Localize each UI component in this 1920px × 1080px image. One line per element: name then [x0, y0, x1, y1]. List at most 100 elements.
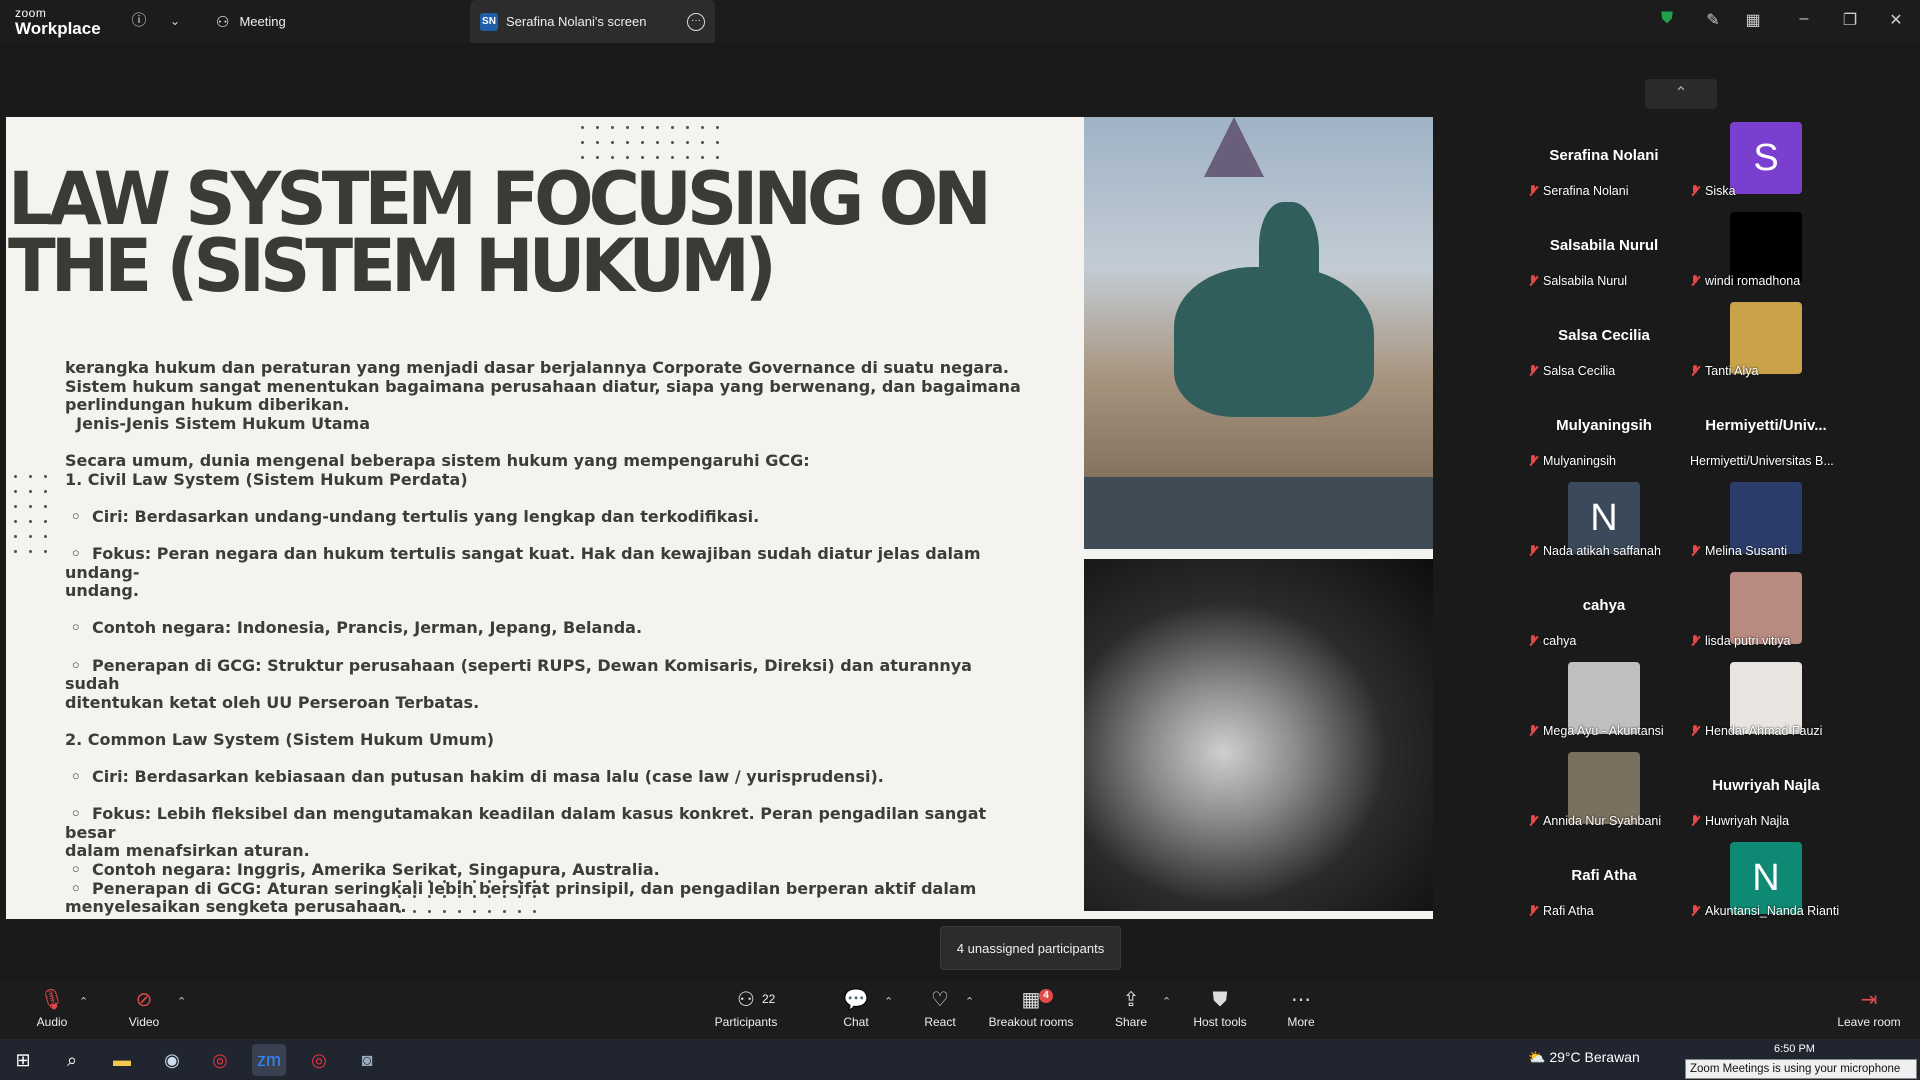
participant-tile[interactable]: Melina Susanti: [1686, 482, 1846, 572]
camera-app-icon[interactable]: ◙: [350, 1044, 384, 1076]
participant-tile[interactable]: N Akuntansi_Nanda Rianti: [1686, 842, 1846, 932]
title-bar: zoom Workplace ⓘ ⌄ ⚇ Meeting SN Serafina…: [0, 0, 1920, 43]
participant-name-label: Mulyaningsih: [1528, 454, 1616, 468]
pedestal-shape: [1084, 477, 1433, 549]
slide-title: LAW SYSTEM FOCUSING ON THE (SISTEM HUKUM…: [8, 155, 992, 309]
search-icon[interactable]: ⌕: [55, 1044, 89, 1076]
participant-name-label: Salsabila Nurul: [1528, 274, 1627, 288]
video-off-icon: ⊘: [135, 989, 153, 1011]
paint-app-icon[interactable]: ◉: [155, 1044, 189, 1076]
cloud-sun-icon: ⛅: [1528, 1049, 1550, 1065]
audio-button[interactable]: 🎙 Audio: [30, 989, 74, 1029]
more-button[interactable]: ⋯ More: [1281, 989, 1321, 1029]
participant-tile[interactable]: Rafi Atha Rafi Atha: [1524, 842, 1684, 932]
chrome-profile-icon[interactable]: ◎: [302, 1044, 336, 1076]
share-options-caret[interactable]: ⌃: [1162, 995, 1171, 1008]
participant-name-label: Salsa Cecilia: [1528, 364, 1615, 378]
participant-tile[interactable]: Mega Ayu - Akuntansi: [1524, 662, 1684, 752]
react-heart-icon: ♡: [931, 989, 949, 1011]
participant-tile[interactable]: Serafina Nolani Serafina Nolani: [1524, 122, 1684, 212]
breakout-rooms-button[interactable]: ▦ Breakout rooms: [986, 989, 1076, 1029]
minimize-icon[interactable]: –: [1793, 10, 1815, 28]
zoom-app-icon[interactable]: zm: [252, 1044, 286, 1076]
participant-name-label: Tanti Alya: [1690, 364, 1759, 378]
chat-options-caret[interactable]: ⌃: [884, 995, 893, 1008]
participant-name-label: cahya: [1528, 634, 1576, 648]
participants-icon: ⚇: [737, 989, 755, 1011]
participant-tile[interactable]: Annida Nur Syahbani: [1524, 752, 1684, 842]
info-icon[interactable]: ⓘ: [128, 10, 150, 32]
participant-name-label: Hendar Ahmad Fauzi: [1690, 724, 1822, 738]
participant-tile[interactable]: Hendar Ahmad Fauzi: [1686, 662, 1846, 752]
react-options-caret[interactable]: ⌃: [965, 995, 974, 1008]
participant-tile[interactable]: windi romadhona: [1686, 212, 1846, 302]
mic-muted-icon: [1528, 365, 1538, 377]
participant-tile[interactable]: Salsabila Nurul Salsabila Nurul: [1524, 212, 1684, 302]
mic-muted-icon: [1690, 365, 1700, 377]
tab-shared-screen[interactable]: SN Serafina Nolani's screen ···: [470, 0, 715, 43]
close-icon[interactable]: ✕: [1885, 10, 1907, 30]
participant-name-label: Melina Susanti: [1690, 544, 1787, 558]
participant-tile[interactable]: lisda putri vitiya: [1686, 572, 1846, 662]
participant-name-label: Serafina Nolani: [1528, 184, 1628, 198]
more-dots-icon: ⋯: [1291, 989, 1311, 1011]
participant-display-name: Huwriyah Najla: [1712, 777, 1820, 794]
mic-muted-icon: [1528, 815, 1538, 827]
participant-display-name: Mulyaningsih: [1556, 417, 1652, 434]
participant-tile[interactable]: Salsa Cecilia Salsa Cecilia: [1524, 302, 1684, 392]
participant-tile[interactable]: Mulyaningsih Mulyaningsih: [1524, 392, 1684, 482]
share-button[interactable]: ⇪ Share: [1110, 989, 1152, 1029]
participant-tile[interactable]: S Siska: [1686, 122, 1846, 212]
restore-icon[interactable]: ❐: [1839, 10, 1861, 30]
spire-shape: [1204, 117, 1264, 177]
participant-tile[interactable]: Hermiyetti/Univ... Hermiyetti/Universitas…: [1686, 392, 1846, 482]
participant-display-name: cahya: [1582, 597, 1626, 614]
system-clock[interactable]: 6:50 PM: [1774, 1043, 1815, 1055]
participant-name-label: Huwriyah Najla: [1690, 814, 1789, 828]
video-button[interactable]: ⊘ Video: [122, 989, 166, 1029]
security-shield-icon[interactable]: ⛊: [1656, 10, 1678, 28]
mic-muted-icon: [1690, 725, 1700, 737]
chrome-icon[interactable]: ◎: [203, 1044, 237, 1076]
participants-count: 22: [762, 992, 776, 1006]
leave-room-button[interactable]: ⇥ Leave room: [1836, 989, 1902, 1029]
equestrian-statue-image: [1084, 117, 1433, 549]
zoom-workplace-logo: zoom Workplace: [15, 6, 101, 38]
video-options-caret[interactable]: ⌃: [177, 995, 186, 1008]
decorative-dots-left: [8, 469, 53, 559]
participant-tile[interactable]: Huwriyah Najla Huwriyah Najla: [1686, 752, 1846, 842]
more-options-icon[interactable]: ···: [687, 12, 705, 31]
participant-display-name: Salsa Cecilia: [1558, 327, 1650, 344]
participant-display-name: Hermiyetti/Univ...: [1705, 417, 1827, 434]
tab-meeting[interactable]: ⚇ Meeting: [216, 0, 286, 43]
participant-name-label: Nada atikah saffanah: [1528, 544, 1661, 558]
participant-tile[interactable]: N Nada atikah saffanah: [1524, 482, 1684, 572]
meeting-icon: ⚇: [216, 13, 230, 31]
mic-muted-icon: [1528, 725, 1538, 737]
windows-start-icon[interactable]: ⊞: [6, 1044, 40, 1076]
chat-icon: 💬: [843, 989, 869, 1011]
react-button[interactable]: ♡ React: [918, 989, 962, 1029]
participant-gallery: Serafina Nolani Serafina Nolani S Siska Sals…: [1500, 80, 1900, 930]
sharer-avatar: SN: [480, 12, 498, 31]
mic-muted-icon: [1690, 815, 1700, 827]
audio-options-caret[interactable]: ⌃: [79, 995, 88, 1008]
participant-name-label: Akuntansi_Nanda Rianti: [1690, 904, 1839, 918]
participant-tile[interactable]: cahya cahya: [1524, 572, 1684, 662]
mic-muted-icon: [1528, 905, 1538, 917]
share-screen-icon: ⇪: [1122, 989, 1140, 1011]
view-layout-icon[interactable]: ▦: [1742, 10, 1764, 30]
host-tools-button[interactable]: ⛊ Host tools: [1190, 989, 1250, 1029]
participant-tile[interactable]: Tanti Alya: [1686, 302, 1846, 392]
mic-muted-icon: [1690, 905, 1700, 917]
annotate-pen-icon[interactable]: ✎: [1702, 10, 1724, 30]
participant-name-label: lisda putri vitiya: [1690, 634, 1790, 648]
chat-button[interactable]: 💬 Chat: [834, 989, 878, 1029]
chevron-down-icon[interactable]: ⌄: [164, 10, 186, 32]
participant-name-label: windi romadhona: [1690, 274, 1800, 288]
unassigned-participants-tooltip: 4 unassigned participants: [940, 926, 1121, 970]
leave-room-icon: ⇥: [1860, 989, 1878, 1011]
file-explorer-icon[interactable]: ▬: [105, 1044, 139, 1076]
weather-widget[interactable]: ⛅ 29°C Berawan: [1528, 1049, 1640, 1066]
participant-name-label: Rafi Atha: [1528, 904, 1594, 918]
